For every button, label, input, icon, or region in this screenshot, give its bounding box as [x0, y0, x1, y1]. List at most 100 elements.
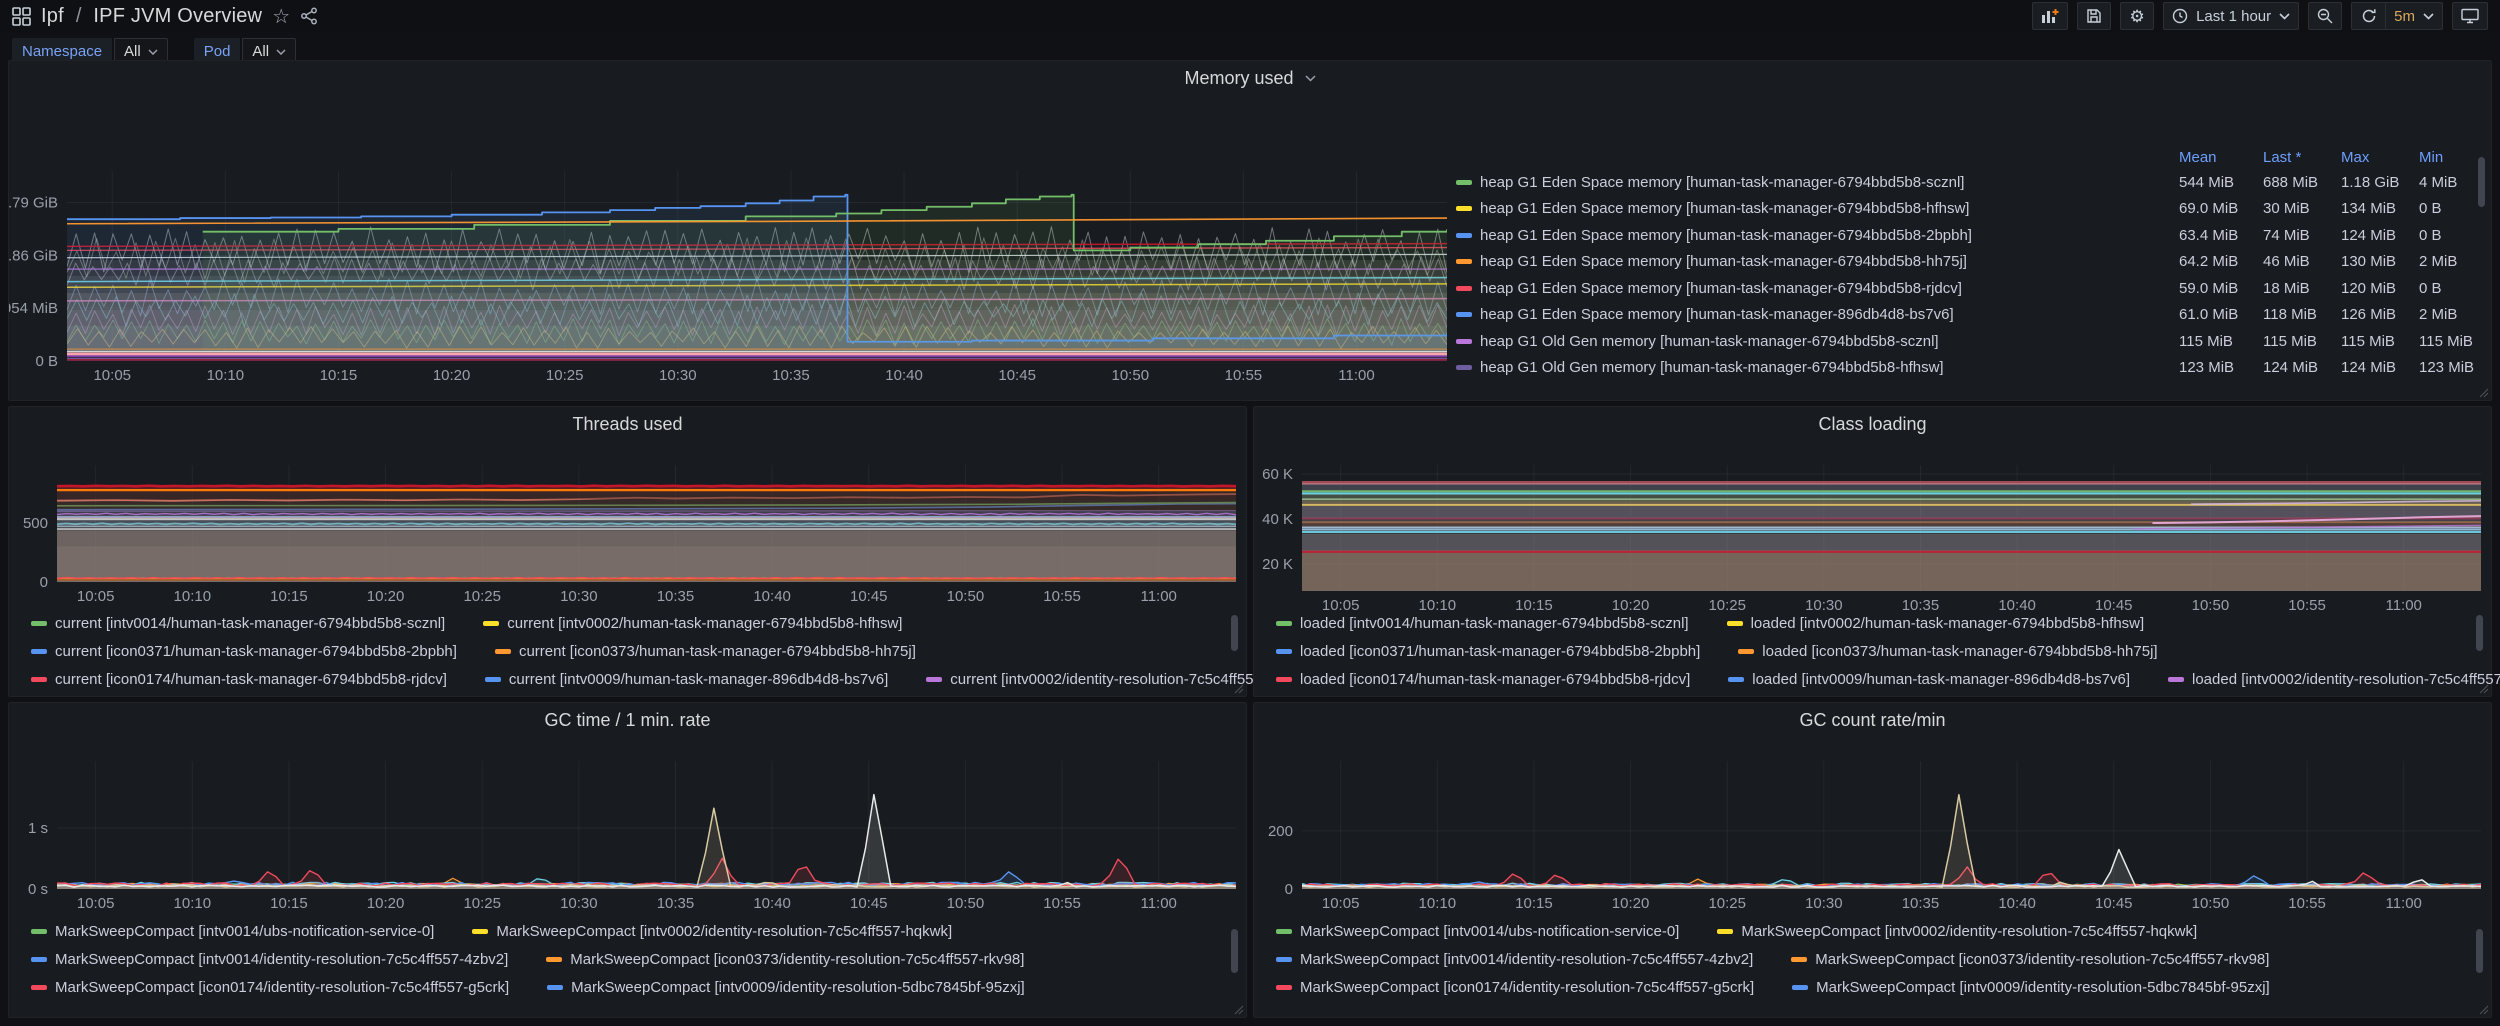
legend-item[interactable]: MarkSweepCompact [intv0002/identity-reso… — [472, 923, 952, 940]
svg-text:11:00: 11:00 — [1140, 895, 1176, 911]
legend-table-row[interactable]: heap G1 Eden Space memory [human-task-ma… — [1456, 196, 2479, 223]
dashboard-title[interactable]: IPF JVM Overview — [93, 5, 262, 28]
legend-item[interactable]: MarkSweepCompact [intv0014/ubs-notificat… — [1276, 923, 1679, 940]
legend-item[interactable]: MarkSweepCompact [icon0174/identity-reso… — [31, 979, 509, 996]
save-dashboard-button[interactable] — [2077, 2, 2111, 30]
legend-item[interactable]: MarkSweepCompact [intv0009/identity-reso… — [1792, 979, 2270, 996]
panel-resize-handle[interactable] — [1234, 684, 1244, 694]
legend-table-row[interactable]: heap G1 Eden Space memory [human-task-ma… — [1456, 249, 2479, 276]
legend-item[interactable]: MarkSweepCompact [intv0009/identity-reso… — [547, 979, 1025, 996]
tv-mode-button[interactable] — [2452, 2, 2488, 30]
time-range-picker[interactable]: Last 1 hour — [2163, 2, 2299, 30]
legend-table-row[interactable]: heap G1 Eden Space memory [human-task-ma… — [1456, 302, 2479, 329]
series-stat-value: 18 MiB — [2263, 280, 2341, 297]
share-icon[interactable] — [300, 7, 318, 25]
gc-count-chart[interactable]: 020010:0510:1010:1510:2010:2510:3010:351… — [1254, 731, 2493, 911]
star-icon[interactable]: ☆ — [272, 4, 290, 29]
series-stat-value: 115 MiB — [2263, 333, 2341, 350]
legend-scrollbar[interactable] — [2476, 615, 2483, 651]
series-name: MarkSweepCompact [intv0002/identity-reso… — [1741, 923, 2197, 940]
svg-text:10:45: 10:45 — [2095, 597, 2133, 614]
legend-item[interactable]: current [intv0002/human-task-manager-679… — [483, 615, 902, 632]
dashboards-grid-icon[interactable] — [12, 7, 31, 26]
chevron-down-icon — [2279, 13, 2290, 20]
legend-item[interactable]: loaded [intv0002/human-task-manager-6794… — [1727, 615, 2145, 632]
legend-table-row[interactable]: heap G1 Old Gen memory [human-task-manag… — [1456, 328, 2479, 355]
legend-item[interactable]: MarkSweepCompact [intv0014/identity-reso… — [31, 951, 508, 968]
legend-item[interactable]: loaded [intv0014/human-task-manager-6794… — [1276, 615, 1689, 632]
panel-resize-handle[interactable] — [2479, 1005, 2489, 1015]
panel-title-threads[interactable]: Threads used — [9, 414, 1246, 435]
series-label[interactable]: heap G1 Eden Space memory [human-task-ma… — [1456, 200, 2179, 217]
legend-item[interactable]: loaded [intv0002/identity-resolution-7c5… — [2168, 671, 2500, 688]
legend-item[interactable]: loaded [icon0371/human-task-manager-6794… — [1276, 643, 1700, 660]
series-stat-value: 2 MiB — [2419, 253, 2479, 270]
legend-scrollbar[interactable] — [2478, 157, 2485, 207]
class-loading-chart[interactable]: 20 K40 K60 K10:0510:1010:1510:2010:2510:… — [1254, 435, 2493, 635]
refresh-button[interactable] — [2351, 2, 2385, 30]
svg-text:10:40: 10:40 — [753, 588, 791, 605]
legend-item[interactable]: loaded [intv0009/human-task-manager-896d… — [1728, 671, 2130, 688]
legend-item[interactable]: MarkSweepCompact [icon0174/identity-reso… — [1276, 979, 1754, 996]
panel-title-classes[interactable]: Class loading — [1254, 414, 2491, 435]
legend-item[interactable]: current [icon0373/human-task-manager-679… — [495, 643, 916, 660]
series-label[interactable]: heap G1 Eden Space memory [human-task-ma… — [1456, 306, 2179, 323]
legend-row: current [icon0371/human-task-manager-679… — [31, 641, 1212, 662]
legend-item[interactable]: current [icon0174/human-task-manager-679… — [31, 671, 447, 688]
panel-title-memory[interactable]: Memory used — [9, 68, 2491, 89]
legend-item[interactable]: loaded [icon0373/human-task-manager-6794… — [1738, 643, 2157, 660]
series-stat-value: 118 MiB — [2263, 306, 2341, 323]
series-label[interactable]: heap G1 Eden Space memory [human-task-ma… — [1456, 280, 2179, 297]
svg-text:10:15: 10:15 — [320, 367, 358, 384]
dashboard-settings-button[interactable]: ⚙ — [2120, 2, 2154, 30]
legend-table-row[interactable]: heap G1 Old Gen memory [human-task-manag… — [1456, 355, 2479, 382]
legend-scrollbar[interactable] — [1231, 615, 1238, 651]
legend-item[interactable]: MarkSweepCompact [icon0373/identity-reso… — [546, 951, 1024, 968]
legend-sort-header[interactable]: Last * — [2263, 149, 2341, 166]
panel-title-gctime[interactable]: GC time / 1 min. rate — [9, 710, 1246, 731]
series-name: loaded [icon0373/human-task-manager-6794… — [1762, 643, 2157, 660]
panel-resize-handle[interactable] — [2479, 388, 2489, 398]
series-stat-value: 0 B — [2419, 200, 2479, 217]
gctime-legend: MarkSweepCompact [intv0014/ubs-notificat… — [31, 921, 1212, 998]
legend-item[interactable]: current [intv0009/human-task-manager-896… — [485, 671, 888, 688]
panel-resize-handle[interactable] — [1234, 1005, 1244, 1015]
breadcrumb-folder[interactable]: Ipf — [41, 5, 64, 28]
series-name: current [intv0014/human-task-manager-679… — [55, 615, 445, 632]
legend-sort-header[interactable]: Min — [2419, 149, 2479, 166]
refresh-interval-picker[interactable]: 5m — [2385, 2, 2443, 30]
panel-resize-handle[interactable] — [2479, 684, 2489, 694]
series-label[interactable]: heap G1 Old Gen memory [human-task-manag… — [1456, 359, 2179, 376]
add-panel-button[interactable] — [2032, 2, 2068, 30]
series-label[interactable]: heap G1 Eden Space memory [human-task-ma… — [1456, 227, 2179, 244]
legend-item[interactable]: MarkSweepCompact [intv0014/identity-reso… — [1276, 951, 1753, 968]
legend-item[interactable]: current [intv0014/human-task-manager-679… — [31, 615, 445, 632]
svg-text:10:05: 10:05 — [77, 895, 115, 911]
legend-scrollbar[interactable] — [2476, 929, 2483, 973]
legend-item[interactable]: current [icon0371/human-task-manager-679… — [31, 643, 457, 660]
series-label[interactable]: heap G1 Eden Space memory [human-task-ma… — [1456, 174, 2179, 191]
legend-sort-header[interactable]: Max — [2341, 149, 2419, 166]
series-color-icon — [547, 985, 563, 990]
svg-text:10:55: 10:55 — [1043, 588, 1081, 605]
legend-item[interactable]: MarkSweepCompact [icon0373/identity-reso… — [1791, 951, 2269, 968]
legend-item[interactable]: MarkSweepCompact [intv0014/ubs-notificat… — [31, 923, 434, 940]
threads-chart[interactable]: 050010:0510:1010:1510:2010:2510:3010:351… — [9, 435, 1248, 605]
memory-chart[interactable]: 0 B954 MiB1.86 GiB2.79 GiB10:0510:1010:1… — [9, 89, 1457, 394]
panel-title-gccount[interactable]: GC count rate/min — [1254, 710, 2491, 731]
series-label[interactable]: heap G1 Old Gen memory [human-task-manag… — [1456, 333, 2179, 350]
series-label[interactable]: heap G1 Eden Space memory [human-task-ma… — [1456, 253, 2179, 270]
zoom-out-time-button[interactable] — [2308, 2, 2342, 30]
svg-text:0 s: 0 s — [28, 881, 48, 898]
legend-item[interactable]: loaded [icon0174/human-task-manager-6794… — [1276, 671, 1690, 688]
gc-time-chart[interactable]: 0 s1 s10:0510:1010:1510:2010:2510:3010:3… — [9, 731, 1248, 911]
legend-table-row[interactable]: heap G1 Eden Space memory [human-task-ma… — [1456, 222, 2479, 249]
svg-text:10:30: 10:30 — [560, 588, 598, 605]
legend-item[interactable]: MarkSweepCompact [intv0002/identity-reso… — [1717, 923, 2197, 940]
series-stat-value: 0 B — [2419, 280, 2479, 297]
legend-scrollbar[interactable] — [1231, 929, 1238, 973]
legend-table-row[interactable]: heap G1 Eden Space memory [human-task-ma… — [1456, 275, 2479, 302]
series-stat-value: 124 MiB — [2263, 359, 2341, 376]
legend-table-row[interactable]: heap G1 Eden Space memory [human-task-ma… — [1456, 169, 2479, 196]
legend-sort-header[interactable]: Mean — [2179, 149, 2263, 166]
